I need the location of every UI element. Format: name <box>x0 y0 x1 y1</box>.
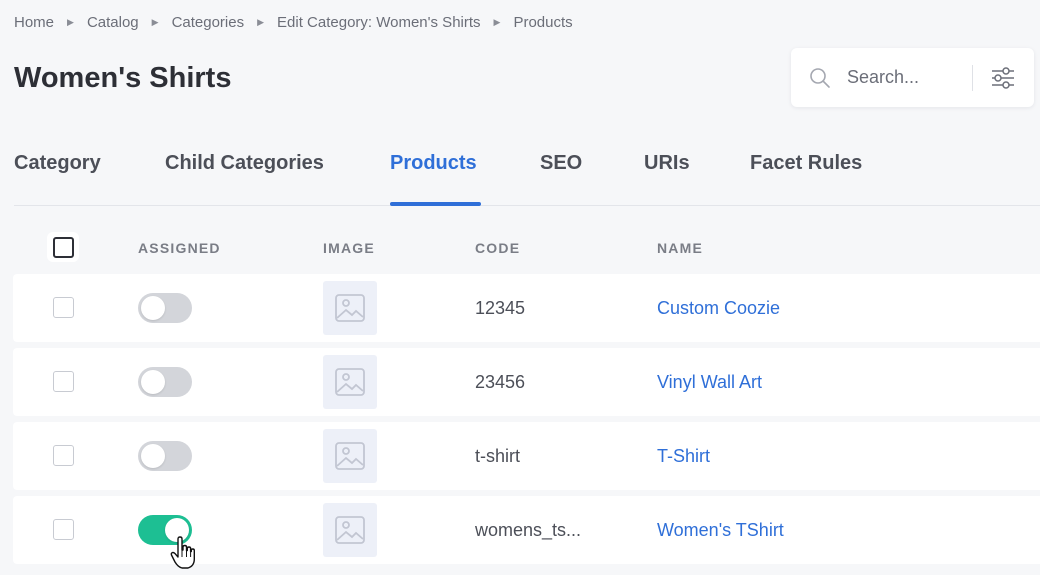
chevron-right-icon: ▶ <box>257 17 265 27</box>
row-checkbox[interactable] <box>53 297 74 318</box>
chevron-right-icon: ▶ <box>151 17 159 27</box>
assigned-toggle[interactable] <box>138 293 192 323</box>
product-image-placeholder <box>323 281 377 335</box>
product-name-link[interactable]: Women's TShirt <box>657 520 784 541</box>
column-header-image: IMAGE <box>323 240 375 256</box>
search-divider <box>972 65 973 91</box>
select-all-checkbox-box <box>53 237 74 258</box>
chevron-right-icon: ▶ <box>493 17 501 27</box>
page-title: Women's Shirts <box>14 62 232 94</box>
sliders-icon[interactable] <box>990 65 1016 96</box>
breadcrumb: Home ▶ Catalog ▶ Categories ▶ Edit Categ… <box>14 14 573 31</box>
tab-facet-rules[interactable]: Facet Rules <box>750 152 862 175</box>
breadcrumb-catalog[interactable]: Catalog <box>87 14 139 31</box>
tab-seo[interactable]: SEO <box>540 152 582 175</box>
product-code: 23456 <box>475 372 526 392</box>
row-checkbox[interactable] <box>53 445 74 466</box>
product-name-link[interactable]: T-Shirt <box>657 446 710 467</box>
table-row: womens_ts... Women's TShirt <box>13 496 1040 564</box>
image-placeholder-icon <box>335 442 365 470</box>
product-code: womens_ts... <box>475 520 582 540</box>
tab-category[interactable]: Category <box>14 152 101 175</box>
breadcrumb-categories[interactable]: Categories <box>172 14 245 31</box>
toggle-knob <box>141 370 165 394</box>
product-image-placeholder <box>323 355 377 409</box>
search-input[interactable] <box>847 65 957 89</box>
tab-uris[interactable]: URIs <box>644 152 690 175</box>
row-checkbox[interactable] <box>53 519 74 540</box>
hand-pointer-cursor <box>170 536 196 575</box>
product-image-placeholder <box>323 429 377 483</box>
search-box <box>791 48 1034 107</box>
column-header-code[interactable]: CODE <box>475 240 520 256</box>
product-code: 12345 <box>475 298 526 318</box>
row-checkbox[interactable] <box>53 371 74 392</box>
toggle-knob <box>141 444 165 468</box>
tab-child-categories[interactable]: Child Categories <box>165 152 324 175</box>
image-placeholder-icon <box>335 516 365 544</box>
breadcrumb-edit-category[interactable]: Edit Category: Women's Shirts <box>277 14 481 31</box>
assigned-toggle[interactable] <box>138 367 192 397</box>
tab-bar: Category Child Categories Products SEO U… <box>14 144 1040 206</box>
column-header-assigned[interactable]: ASSIGNED <box>138 240 221 256</box>
table-row: 23456 Vinyl Wall Art <box>13 348 1040 416</box>
product-image-placeholder <box>323 503 377 557</box>
active-tab-indicator <box>390 202 481 206</box>
assigned-toggle[interactable] <box>138 441 192 471</box>
image-placeholder-icon <box>335 294 365 322</box>
toggle-knob <box>141 296 165 320</box>
image-placeholder-icon <box>335 368 365 396</box>
select-all-checkbox[interactable] <box>47 232 79 262</box>
breadcrumb-home[interactable]: Home <box>14 14 54 31</box>
chevron-right-icon: ▶ <box>67 17 74 27</box>
product-code: t-shirt <box>475 446 520 466</box>
table-row: 12345 Custom Coozie <box>13 274 1040 342</box>
search-icon <box>809 67 831 94</box>
column-header-name[interactable]: NAME <box>657 240 703 256</box>
table-row: t-shirt T-Shirt <box>13 422 1040 490</box>
product-name-link[interactable]: Custom Coozie <box>657 298 780 319</box>
breadcrumb-current: Products <box>513 14 573 31</box>
product-name-link[interactable]: Vinyl Wall Art <box>657 372 762 393</box>
tab-products[interactable]: Products <box>390 152 477 175</box>
